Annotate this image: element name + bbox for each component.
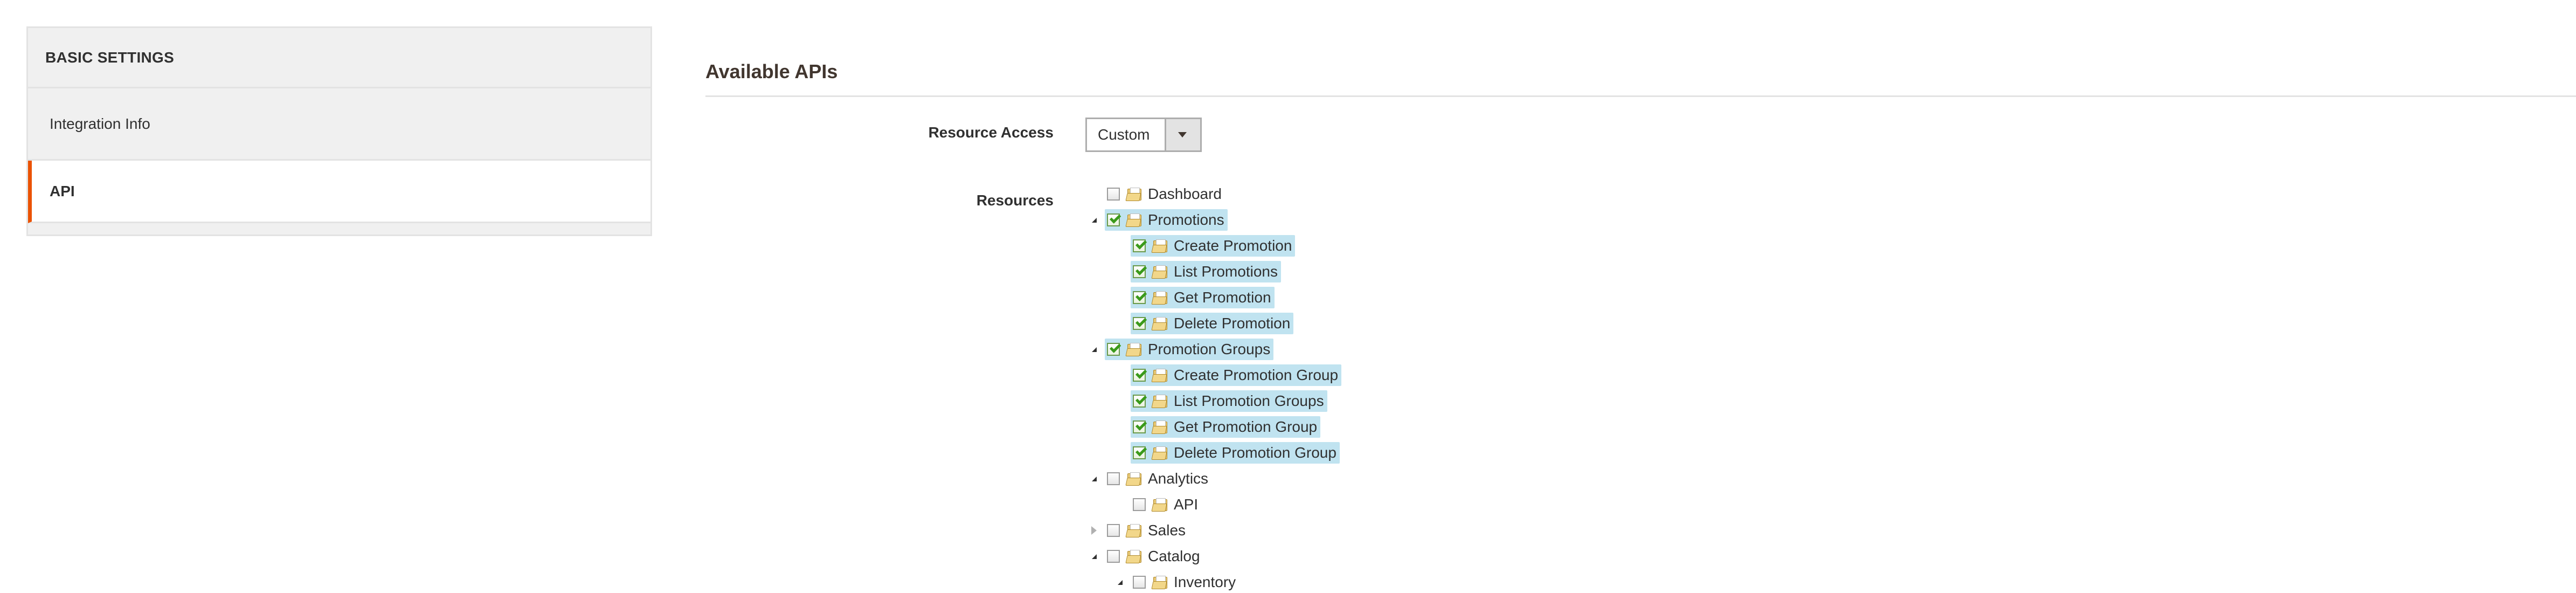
folder-icon xyxy=(1125,187,1142,202)
tree-node[interactable]: List Promotions xyxy=(1114,261,1281,282)
tree-node-text: List Promotions xyxy=(1174,263,1278,280)
sidebar-header: BASIC SETTINGS xyxy=(28,28,650,88)
folder-icon xyxy=(1151,445,1168,460)
tree-node-text: Get Promotion xyxy=(1174,289,1271,306)
sidebar-footer xyxy=(28,223,650,235)
tree-checkbox[interactable] xyxy=(1133,395,1146,408)
tree-node-text: Promotions xyxy=(1148,211,1224,228)
tree-checkbox[interactable] xyxy=(1107,213,1120,226)
tree-node-label-area[interactable]: Catalog xyxy=(1105,546,1203,567)
tree-node[interactable]: Create Promotion xyxy=(1114,235,1296,257)
resources-label: Resources xyxy=(976,192,1054,209)
tree-node-text: Delete Promotion xyxy=(1174,315,1291,332)
tree-node[interactable]: Delete Promotion Group xyxy=(1114,442,1340,464)
tree-node-text: List Promotion Groups xyxy=(1174,392,1324,409)
tree-checkbox[interactable] xyxy=(1133,265,1146,278)
folder-icon xyxy=(1125,471,1142,486)
folder-icon xyxy=(1125,549,1142,564)
tree-node-label-area[interactable]: Dashboard xyxy=(1105,183,1225,205)
resource-access-select[interactable]: Custom xyxy=(1085,118,1202,152)
tree-node-text: Catalog xyxy=(1148,548,1200,564)
folder-icon xyxy=(1151,290,1168,305)
tree-node[interactable]: Get Promotion Group xyxy=(1114,416,1321,438)
resource-access-label: Resource Access xyxy=(928,124,1054,141)
tree-node-text: Inventory xyxy=(1174,574,1236,590)
folder-icon xyxy=(1151,264,1168,279)
tree-node-label-area[interactable]: Get Promotion xyxy=(1131,287,1275,308)
tree-checkbox[interactable] xyxy=(1107,188,1120,201)
tree-node[interactable]: Delete Promotion xyxy=(1114,313,1294,334)
tree-checkbox[interactable] xyxy=(1133,369,1146,382)
folder-icon xyxy=(1151,497,1168,512)
tree-node-label-area[interactable]: Sales xyxy=(1105,520,1189,541)
settings-sidebar: BASIC SETTINGS Integration Info API xyxy=(26,26,652,236)
sidebar-item-integration-info[interactable]: Integration Info xyxy=(28,88,650,161)
tree-node[interactable]: Analytics xyxy=(1089,468,1211,489)
section-title: Available APIs xyxy=(705,60,838,82)
collapse-arrow-icon[interactable] xyxy=(1089,215,1099,225)
tree-node-text: Analytics xyxy=(1148,470,1209,487)
dropdown-button[interactable] xyxy=(1165,119,1200,150)
collapse-arrow-icon[interactable] xyxy=(1089,473,1099,484)
tree-node[interactable]: Promotion Groups xyxy=(1089,339,1274,360)
tree-node-label-area[interactable]: Promotion Groups xyxy=(1105,339,1274,360)
tree-checkbox[interactable] xyxy=(1133,291,1146,304)
folder-icon xyxy=(1151,394,1168,409)
collapse-arrow-icon[interactable] xyxy=(1089,551,1099,562)
tree-checkbox[interactable] xyxy=(1133,317,1146,330)
tree-node[interactable]: Dashboard xyxy=(1089,183,1225,205)
tree-node[interactable]: Promotions xyxy=(1089,209,1228,231)
tree-checkbox[interactable] xyxy=(1107,524,1120,537)
tree-checkbox[interactable] xyxy=(1107,472,1120,485)
section-divider xyxy=(705,95,2576,97)
tree-node-label-area[interactable]: Promotions xyxy=(1105,209,1228,231)
tree-node[interactable]: Create Promotion Group xyxy=(1114,364,1342,386)
sidebar-item-api[interactable]: API xyxy=(28,161,650,223)
tree-checkbox[interactable] xyxy=(1133,498,1146,511)
tree-checkbox[interactable] xyxy=(1107,550,1120,563)
collapse-arrow-icon[interactable] xyxy=(1114,577,1125,588)
folder-icon xyxy=(1151,575,1168,590)
collapse-arrow-icon[interactable] xyxy=(1089,344,1099,355)
tree-node[interactable]: Inventory xyxy=(1114,571,1239,593)
tree-node-label-area[interactable]: Delete Promotion xyxy=(1131,313,1294,334)
tree-node[interactable]: API xyxy=(1114,494,1201,515)
tree-node-label-area[interactable]: Create Promotion xyxy=(1131,235,1296,257)
tree-checkbox[interactable] xyxy=(1133,239,1146,252)
tree-node-text: API xyxy=(1174,496,1199,513)
tree-node[interactable]: Get Promotion xyxy=(1114,287,1275,308)
tree-node-text: Promotion Groups xyxy=(1148,341,1271,357)
tree-node[interactable]: Sales xyxy=(1089,520,1189,541)
tree-node-text: Create Promotion xyxy=(1174,237,1292,254)
tree-node-label-area[interactable]: Inventory xyxy=(1131,571,1239,593)
tree-node-label-area[interactable]: Delete Promotion Group xyxy=(1131,442,1340,464)
tree-node[interactable]: Catalog xyxy=(1089,546,1203,567)
chevron-down-icon xyxy=(1178,132,1187,137)
folder-icon xyxy=(1125,342,1142,357)
resource-access-value: Custom xyxy=(1098,126,1150,143)
tree-checkbox[interactable] xyxy=(1133,576,1146,589)
tree-checkbox[interactable] xyxy=(1133,420,1146,433)
tree-node-text: Dashboard xyxy=(1148,185,1222,202)
tree-node-label-area[interactable]: API xyxy=(1131,494,1201,515)
folder-icon xyxy=(1151,316,1168,331)
tree-node-text: Get Promotion Group xyxy=(1174,418,1318,435)
tree-node-label-area[interactable]: List Promotion Groups xyxy=(1131,390,1327,412)
tree-node-label-area[interactable]: Create Promotion Group xyxy=(1131,364,1342,386)
tree-node-text: Create Promotion Group xyxy=(1174,367,1339,383)
tree-checkbox[interactable] xyxy=(1107,343,1120,356)
folder-icon xyxy=(1125,523,1142,538)
folder-icon xyxy=(1151,368,1168,383)
tree-node[interactable]: List Promotion Groups xyxy=(1114,390,1327,412)
folder-icon xyxy=(1125,212,1142,227)
tree-node-label-area[interactable]: Get Promotion Group xyxy=(1131,416,1321,438)
tree-node-label-area[interactable]: List Promotions xyxy=(1131,261,1281,282)
expand-arrow-icon[interactable] xyxy=(1089,525,1099,536)
folder-icon xyxy=(1151,419,1168,435)
tree-checkbox[interactable] xyxy=(1133,446,1146,459)
tree-node-label-area[interactable]: Analytics xyxy=(1105,468,1211,489)
folder-icon xyxy=(1151,238,1168,253)
tree-node-text: Sales xyxy=(1148,522,1186,539)
tree-node-text: Delete Promotion Group xyxy=(1174,444,1337,461)
